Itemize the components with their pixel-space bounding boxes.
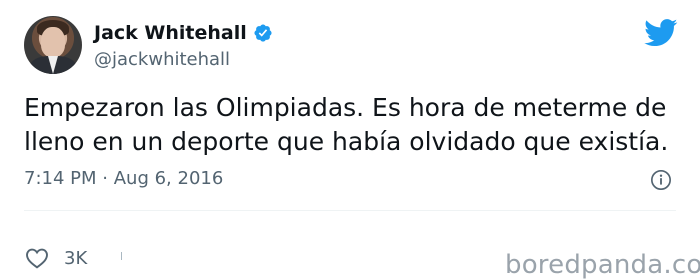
action-separator bbox=[121, 252, 122, 260]
author-display-name[interactable]: Jack Whitehall bbox=[94, 22, 247, 44]
info-icon[interactable] bbox=[650, 169, 672, 191]
avatar[interactable] bbox=[24, 16, 82, 74]
twitter-bird-icon[interactable] bbox=[644, 19, 678, 47]
tweet-date: Aug 6, 2016 bbox=[113, 168, 224, 189]
like-count: 3K bbox=[64, 248, 88, 269]
tweet-text: Empezaron las Olimpiadas. Es hora de met… bbox=[24, 93, 669, 156]
meta-separator: · bbox=[102, 168, 108, 189]
heart-icon[interactable] bbox=[25, 247, 49, 269]
divider bbox=[24, 210, 676, 211]
avatar-face bbox=[41, 27, 65, 57]
author-name-row[interactable]: Jack Whitehall bbox=[94, 22, 273, 44]
watermark: boredpanda.com bbox=[505, 250, 700, 280]
verified-badge-icon bbox=[254, 24, 272, 42]
tweet-timestamp[interactable]: 7:14 PM · Aug 6, 2016 bbox=[24, 168, 223, 189]
author-handle[interactable]: @jackwhitehall bbox=[94, 49, 230, 70]
tweet-time: 7:14 PM bbox=[24, 168, 97, 189]
